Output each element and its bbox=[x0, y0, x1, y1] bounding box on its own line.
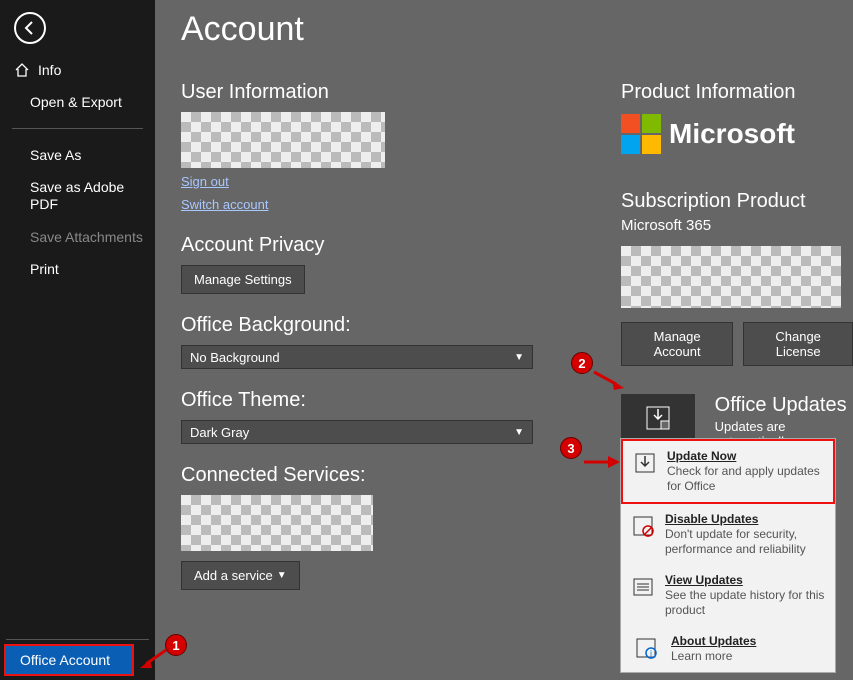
sidebar-separator bbox=[12, 128, 143, 129]
menu-item-disable-updates[interactable]: Disable Updates Don't update for securit… bbox=[621, 504, 835, 565]
manage-settings-button[interactable]: Manage Settings bbox=[181, 265, 305, 294]
menu-title: View Updates bbox=[665, 573, 825, 588]
download-icon bbox=[633, 451, 657, 494]
sidebar-item-save-as[interactable]: Save As bbox=[0, 139, 155, 171]
annotation-arrow-1 bbox=[140, 648, 170, 672]
change-license-button[interactable]: Change License bbox=[743, 322, 853, 366]
menu-title: About Updates bbox=[671, 634, 756, 649]
sidebar-bottom-separator bbox=[6, 639, 149, 640]
menu-desc: Don't update for security, performance a… bbox=[665, 527, 825, 557]
manage-account-button[interactable]: Manage Account bbox=[621, 322, 733, 366]
background-select[interactable]: No Background ▼ bbox=[181, 345, 533, 369]
annotation-arrow-2 bbox=[592, 368, 626, 392]
menu-title: Update Now bbox=[667, 449, 823, 464]
list-icon bbox=[631, 575, 655, 618]
chevron-down-icon: ▼ bbox=[514, 352, 524, 363]
microsoft-squares-icon bbox=[621, 114, 661, 154]
user-info-heading: User Information bbox=[181, 81, 581, 104]
background-heading: Office Background: bbox=[181, 314, 581, 337]
home-icon bbox=[14, 62, 30, 78]
subscription-placeholder bbox=[621, 246, 841, 308]
chevron-down-icon: ▼ bbox=[514, 427, 524, 438]
menu-desc: See the update history for this product bbox=[665, 588, 825, 618]
back-button[interactable] bbox=[14, 12, 46, 44]
connected-service-placeholder bbox=[181, 495, 373, 551]
sidebar-item-save-attachments: Save Attachments bbox=[0, 221, 155, 253]
theme-value: Dark Gray bbox=[190, 425, 249, 440]
info-icon: i bbox=[631, 636, 661, 664]
sidebar-item-office-account[interactable]: Office Account bbox=[4, 644, 134, 676]
product-info-heading: Product Information bbox=[621, 81, 853, 104]
backstage-sidebar: Info Open & Export Save As Save as Adobe… bbox=[0, 0, 155, 680]
theme-heading: Office Theme: bbox=[181, 389, 581, 412]
microsoft-wordmark: Microsoft bbox=[669, 118, 795, 150]
menu-desc: Learn more bbox=[671, 649, 756, 664]
microsoft-logo: Microsoft bbox=[621, 114, 853, 154]
sidebar-list: Info Open & Export Save As Save as Adobe… bbox=[0, 44, 155, 285]
back-arrow-icon bbox=[22, 20, 38, 36]
sidebar-item-info[interactable]: Info bbox=[0, 54, 155, 86]
disable-icon bbox=[631, 514, 655, 557]
menu-desc: Check for and apply updates for Office bbox=[667, 464, 823, 494]
subscription-heading: Subscription Product bbox=[621, 190, 853, 213]
sidebar-item-open-export[interactable]: Open & Export bbox=[0, 86, 155, 118]
svg-text:i: i bbox=[650, 649, 652, 658]
menu-item-update-now[interactable]: Update Now Check for and apply updates f… bbox=[621, 439, 835, 504]
page-title: Account bbox=[181, 10, 853, 49]
user-avatar-placeholder bbox=[181, 112, 385, 168]
annotation-badge-3: 3 bbox=[560, 437, 582, 459]
menu-item-view-updates[interactable]: View Updates See the update history for … bbox=[621, 565, 835, 626]
update-options-menu: Update Now Check for and apply updates f… bbox=[620, 438, 836, 673]
subscription-name: Microsoft 365 bbox=[621, 217, 853, 234]
sidebar-item-save-adobe[interactable]: Save as Adobe PDF bbox=[0, 171, 155, 221]
sidebar-label-info: Info bbox=[38, 62, 61, 78]
privacy-heading: Account Privacy bbox=[181, 234, 581, 257]
connected-heading: Connected Services: bbox=[181, 464, 581, 487]
add-service-button[interactable]: Add a service ▼ bbox=[181, 561, 300, 590]
left-column: User Information Sign out Switch account… bbox=[181, 73, 581, 590]
chevron-down-icon: ▼ bbox=[277, 570, 287, 581]
annotation-badge-2: 2 bbox=[571, 352, 593, 374]
annotation-badge-1: 1 bbox=[165, 634, 187, 656]
sidebar-item-print[interactable]: Print bbox=[0, 253, 155, 285]
switch-account-link[interactable]: Switch account bbox=[181, 197, 268, 212]
update-icon bbox=[643, 403, 673, 433]
theme-select[interactable]: Dark Gray ▼ bbox=[181, 420, 533, 444]
office-updates-title: Office Updates bbox=[715, 394, 853, 417]
sign-out-link[interactable]: Sign out bbox=[181, 174, 229, 189]
menu-title: Disable Updates bbox=[665, 512, 825, 527]
menu-item-about-updates[interactable]: i About Updates Learn more bbox=[621, 626, 835, 672]
background-value: No Background bbox=[190, 350, 280, 365]
annotation-arrow-3 bbox=[582, 452, 622, 472]
